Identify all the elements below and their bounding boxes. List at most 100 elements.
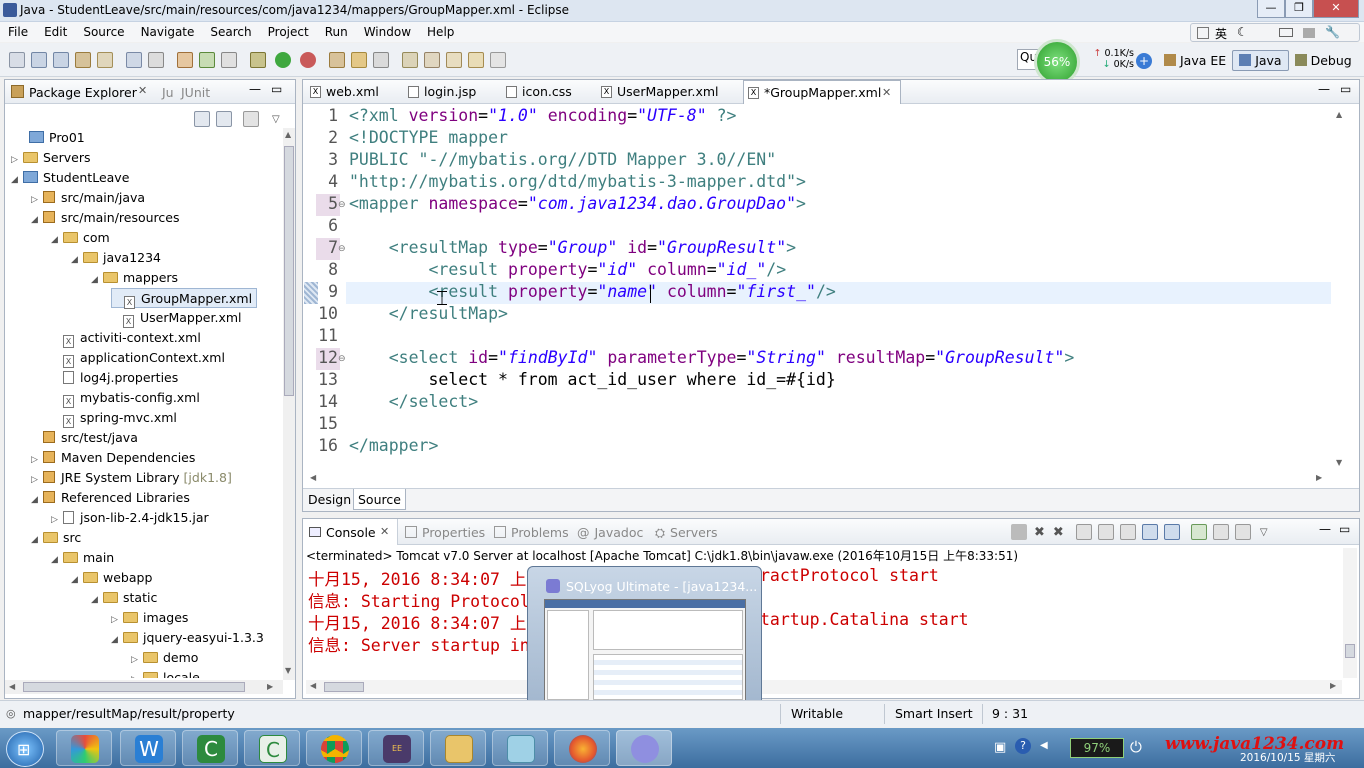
show-on-stderr-icon[interactable] (1163, 524, 1180, 540)
taskbar-firefox[interactable] (554, 730, 610, 766)
taskbar-notepad[interactable] (492, 730, 548, 766)
tree-item[interactable]: ▷ JRE System Library [jdk1.8] (31, 468, 232, 488)
code-line[interactable]: <!DOCTYPE mapper (349, 128, 508, 147)
console-hscroll-thumb[interactable] (324, 682, 364, 692)
code-line[interactable]: <mapper namespace="com.java1234.dao.Grou… (349, 194, 806, 213)
code-line[interactable]: </select> (349, 392, 478, 411)
code-line[interactable]: <?xml version="1.0" encoding="UTF-8" ?> (349, 106, 736, 125)
pin-console-icon[interactable] (1190, 524, 1207, 540)
terminate-icon[interactable] (1011, 524, 1027, 540)
close-tab-icon[interactable]: ✕ (882, 81, 891, 105)
tree-item[interactable]: ▷ demo (131, 648, 198, 668)
tree-item[interactable]: ◢ src/main/resources (31, 208, 179, 228)
menu-navigate[interactable]: Navigate (133, 22, 203, 42)
tree-item[interactable]: Pro01 (17, 128, 85, 148)
tree-item[interactable]: X UserMapper.xml (111, 308, 242, 328)
tab-package-explorer[interactable]: Package Explorer (29, 85, 137, 100)
menu-window[interactable]: Window (356, 22, 419, 42)
open-type-icon[interactable] (351, 51, 367, 68)
tree-expand-icon[interactable]: ◢ (91, 590, 103, 610)
taskbar-preview-popup[interactable]: SQLyog Ultimate - [java1234... (527, 566, 762, 719)
code-line[interactable]: <result property="id" column="id_"/> (349, 260, 786, 279)
menu-help[interactable]: Help (419, 22, 462, 42)
minimize-view-icon[interactable]: — (249, 82, 261, 96)
maximize-view-icon[interactable]: ▭ (271, 82, 282, 96)
build-icon[interactable] (75, 51, 91, 68)
tree-item[interactable]: ◢ static (91, 588, 157, 608)
editor-hscrollbar[interactable]: ◀ ▶ (306, 472, 1330, 486)
next-annotation-icon[interactable] (424, 51, 440, 68)
explorer-vscrollbar[interactable]: ▲ ▼ (283, 128, 295, 680)
scroll-left-icon[interactable]: ◀ (9, 682, 15, 691)
tree-item[interactable]: ▷ src/main/java (31, 188, 145, 208)
fold-toggle-icon[interactable]: ⊖ (338, 354, 346, 364)
console-vscroll-thumb[interactable] (1345, 644, 1355, 658)
tab-junit[interactable]: JUnit (181, 85, 210, 100)
search-icon[interactable] (373, 51, 389, 68)
minimize-console-icon[interactable]: — (1319, 522, 1331, 536)
tree-expand-icon[interactable]: ◢ (51, 230, 63, 250)
code-line[interactable]: <result property="name" column="first_"/… (349, 282, 835, 301)
tree-expand-icon[interactable]: ▷ (111, 610, 123, 630)
tree-item[interactable]: ◢ webapp (71, 568, 152, 588)
maximize-button[interactable]: ❐ (1285, 0, 1313, 18)
explorer-hscrollbar[interactable]: ◀ ▶ (5, 680, 283, 694)
tray-icon[interactable]: ▣ (994, 740, 1006, 755)
show-hidden-icons[interactable]: ◀ (1040, 740, 1048, 751)
show-on-stdout-icon[interactable] (1141, 524, 1158, 540)
menu-run[interactable]: Run (317, 22, 356, 42)
taskbar-wps[interactable]: W (120, 730, 176, 766)
tree-expand-icon[interactable]: ▷ (51, 510, 63, 530)
code-line[interactable]: "http://mybatis.org/dtd/mybatis-3-mapper… (349, 172, 806, 191)
battery-indicator[interactable]: 97% (1070, 738, 1124, 758)
scroll-right-icon[interactable]: ▶ (1330, 681, 1336, 690)
console-icon[interactable] (126, 51, 142, 68)
menu-file[interactable]: File (0, 22, 36, 42)
tree-expand-icon[interactable]: ◢ (71, 570, 83, 590)
fold-toggle-icon[interactable]: ⊖ (338, 244, 346, 254)
tree-item[interactable]: ◢ StudentLeave (11, 168, 129, 188)
tab-javadoc[interactable]: @ Javadoc (577, 525, 643, 540)
close-button[interactable]: ✕ (1313, 0, 1359, 18)
tree-item[interactable]: ▷ locale (131, 668, 200, 678)
tree-item[interactable]: ▷ Servers (11, 148, 91, 168)
tree-expand-icon[interactable]: ◢ (31, 530, 43, 550)
scroll-left-icon[interactable]: ◀ (310, 681, 316, 690)
tree-item[interactable]: ◢ main (51, 548, 114, 568)
explorer-hscroll-thumb[interactable] (23, 682, 245, 692)
tree-expand-icon[interactable]: ◢ (31, 490, 43, 510)
back-icon[interactable] (468, 51, 484, 68)
tree-expand-icon[interactable]: ◢ (71, 250, 83, 270)
save-all-icon[interactable] (53, 51, 69, 68)
tab-design[interactable]: Design (308, 492, 351, 507)
tree-expand-icon[interactable]: ▷ (31, 450, 43, 470)
tree-item[interactable]: ◢ mappers (91, 268, 178, 288)
scroll-down-icon[interactable]: ▼ (1336, 458, 1342, 467)
tree-item[interactable]: X GroupMapper.xml (111, 288, 258, 309)
ime-mode[interactable]: 英 (1215, 25, 1227, 42)
tab-icon-css[interactable]: icon.css (502, 80, 590, 104)
tab-login-jsp[interactable]: login.jsp (404, 80, 492, 104)
tree-expand-icon[interactable]: ▷ (31, 190, 43, 210)
taskbar-chrome[interactable] (306, 730, 362, 766)
taskbar-camtasia-1[interactable]: C (182, 730, 238, 766)
tree-item[interactable]: ◢ Referenced Libraries (31, 488, 190, 508)
perspective-debug[interactable]: Debug (1289, 53, 1356, 68)
maximize-editor-icon[interactable]: ▭ (1340, 82, 1351, 96)
console-hscrollbar[interactable]: ◀ ▶ (306, 680, 1342, 694)
console-vscrollbar[interactable] (1343, 548, 1357, 678)
save-icon[interactable] (31, 51, 47, 68)
view-menu-icon[interactable]: ▽ (1260, 527, 1268, 538)
minimize-button[interactable]: — (1257, 0, 1285, 18)
close-tab-icon[interactable]: ✕ (380, 525, 389, 538)
menu-project[interactable]: Project (260, 22, 317, 42)
scroll-up-icon[interactable]: ▲ (285, 130, 291, 139)
forward-icon[interactable] (490, 51, 506, 68)
tree-expand-icon[interactable]: ▷ (131, 670, 143, 678)
scroll-right-icon[interactable]: ▶ (267, 682, 273, 691)
external-tools-icon[interactable] (300, 51, 316, 68)
sort-icon[interactable] (221, 51, 237, 68)
tree-expand-icon[interactable]: ▷ (131, 650, 143, 670)
tree-expand-icon[interactable]: ▷ (31, 470, 43, 490)
taskbar-app-1[interactable] (56, 730, 112, 766)
